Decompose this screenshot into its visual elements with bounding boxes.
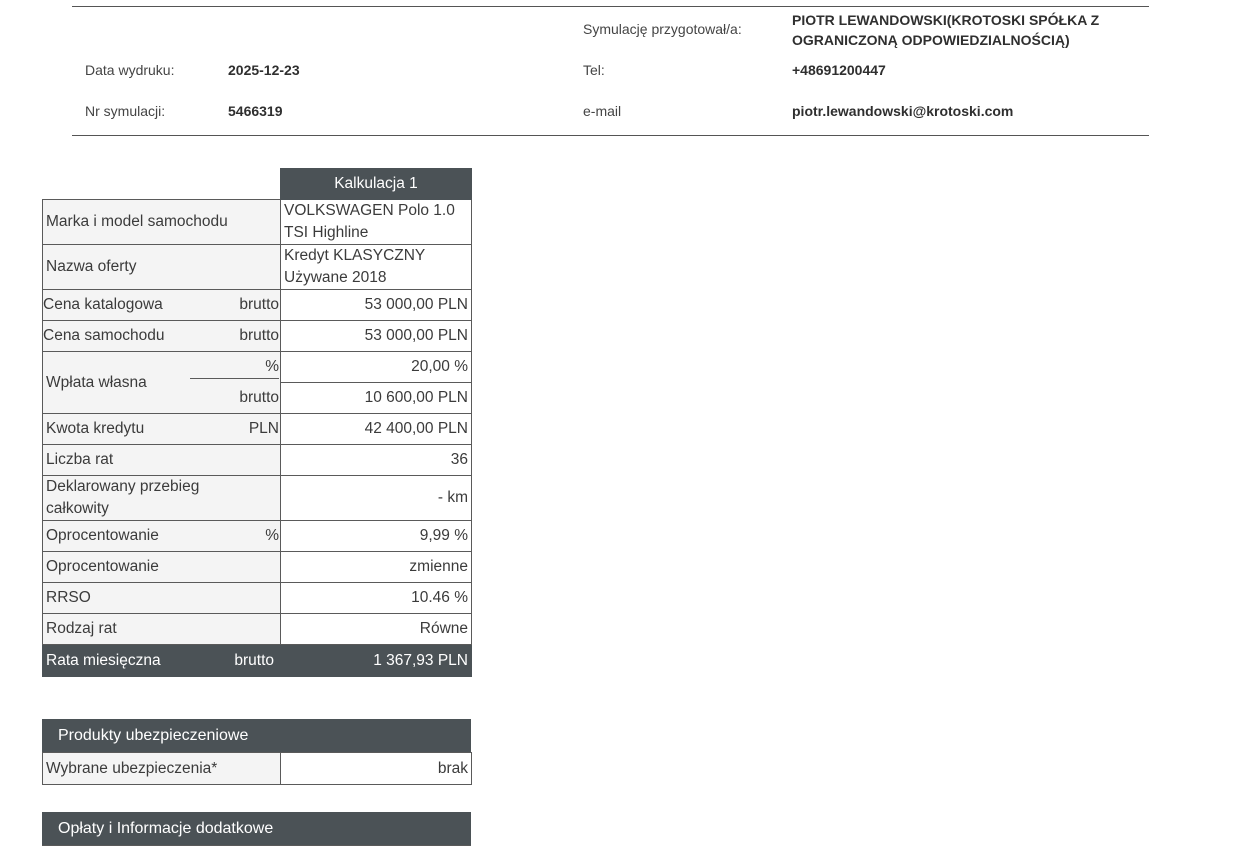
calculation-column-title: Kalkulacja 1 xyxy=(280,168,472,200)
table-row: Liczba rat 36 xyxy=(42,444,472,476)
installments-value: 36 xyxy=(280,444,472,476)
list-price-unit: brutto xyxy=(189,289,281,321)
fees-section-rule xyxy=(42,845,471,846)
simulation-number-value: 5466319 xyxy=(228,103,283,119)
interest-type-label: Oprocentowanie xyxy=(42,551,281,583)
prepared-by-line1: PIOTR LEWANDOWSKI(KROTOSKI SPÓŁKA Z xyxy=(792,12,1100,28)
selected-insurance-label: Wybrane ubezpieczenia* xyxy=(42,752,281,785)
installment-type-label: Rodzaj rat xyxy=(42,613,281,645)
mileage-label: Deklarowany przebieg całkowity xyxy=(42,475,281,521)
table-row: Oprocentowanie % 9,99 % xyxy=(42,520,472,552)
insurance-section-title: Produkty ubezpieczeniowe xyxy=(42,719,471,752)
car-price-unit: brutto xyxy=(189,320,281,352)
header-top-rule xyxy=(72,6,1149,7)
table-row: Wpłata własna % 20,00 % xyxy=(42,351,472,414)
interest-value: 9,99 % xyxy=(280,520,472,552)
down-payment-amt-unit: brutto xyxy=(189,382,281,414)
down-payment-amt-value: 10 600,00 PLN xyxy=(280,382,472,414)
make-model-label: Marka i model samochodu xyxy=(42,199,281,245)
table-row: Marka i model samochodu VOLKSWAGEN Polo … xyxy=(42,199,472,245)
table-row: Oprocentowanie zmienne xyxy=(42,551,472,583)
calculation-table: Kalkulacja 1 Marka i model samochodu VOL… xyxy=(42,168,472,677)
monthly-installment-unit: brutto xyxy=(189,644,281,677)
table-row: Cena katalogowa brutto 53 000,00 PLN xyxy=(42,289,472,321)
selected-insurance-value: brak xyxy=(280,752,472,785)
interest-label: Oprocentowanie xyxy=(42,520,190,552)
down-payment-pct-unit-text: % xyxy=(189,356,279,380)
interest-unit: % xyxy=(189,520,281,552)
prepared-by-line2: OGRANICZONĄ ODPOWIEDZIALNOŚCIĄ) xyxy=(792,32,1070,48)
rrso-label: RRSO xyxy=(42,582,281,614)
table-row: Nazwa oferty Kredyt KLASYCZNY Używane 20… xyxy=(42,244,472,290)
installments-label: Liczba rat xyxy=(42,444,281,476)
calculation-header-row: Kalkulacja 1 xyxy=(43,168,472,200)
tel-value: +48691200447 xyxy=(792,62,886,78)
list-price-value: 53 000,00 PLN xyxy=(280,289,472,321)
down-payment-pct-value: 20,00 % xyxy=(280,351,472,383)
make-model-line2: TSI Highline xyxy=(284,224,369,241)
prepared-by-value: PIOTR LEWANDOWSKI(KROTOSKI SPÓŁKA Z OGRA… xyxy=(792,10,1099,50)
loan-amount-unit: PLN xyxy=(189,413,281,445)
table-row: RRSO 10.46 % xyxy=(42,582,472,614)
table-row: Cena samochodu brutto 53 000,00 PLN xyxy=(42,320,472,352)
list-price-label: Cena katalogowa xyxy=(42,289,190,321)
table-row: Wybrane ubezpieczenia* brak xyxy=(42,752,472,785)
down-payment-pct-unit: % xyxy=(189,351,281,383)
header-bottom-rule xyxy=(72,135,1149,136)
offer-value: Kredyt KLASYCZNY Używane 2018 xyxy=(280,244,472,290)
offer-label: Nazwa oferty xyxy=(42,244,281,290)
car-price-value: 53 000,00 PLN xyxy=(280,320,472,352)
offer-line1: Kredyt KLASYCZNY xyxy=(284,247,426,264)
loan-amount-value: 42 400,00 PLN xyxy=(280,413,472,445)
offer-line2: Używane 2018 xyxy=(284,269,387,286)
make-model-value: VOLKSWAGEN Polo 1.0 TSI Highline xyxy=(280,199,472,245)
table-row: Rodzaj rat Równe xyxy=(42,613,472,645)
installment-type-value: Równe xyxy=(280,613,472,645)
prepared-by-label: Symulację przygotował/a: xyxy=(583,21,742,37)
down-payment-label: Wpłata własna xyxy=(42,351,190,414)
simulation-number-label: Nr symulacji: xyxy=(85,103,166,119)
tel-label: Tel: xyxy=(583,62,605,78)
monthly-installment-row: Rata miesięczna brutto 1 367,93 PLN xyxy=(42,644,472,677)
make-model-line1: VOLKSWAGEN Polo 1.0 xyxy=(284,202,455,219)
print-date-label: Data wydruku: xyxy=(85,62,175,78)
car-price-label: Cena samochodu xyxy=(42,320,190,352)
insurance-table: Wybrane ubezpieczenia* brak xyxy=(42,752,472,785)
mileage-value: - km xyxy=(280,475,472,521)
rrso-value: 10.46 % xyxy=(280,582,472,614)
monthly-installment-value: 1 367,93 PLN xyxy=(280,644,472,677)
mileage-label-line2: całkowity xyxy=(46,500,109,517)
interest-type-value: zmienne xyxy=(280,551,472,583)
table-row: Kwota kredytu PLN 42 400,00 PLN xyxy=(42,413,472,445)
loan-amount-label: Kwota kredytu xyxy=(42,413,190,445)
fees-section-title: Opłaty i Informacje dodatkowe xyxy=(42,812,471,845)
mileage-label-line1: Deklarowany przebieg xyxy=(46,478,200,495)
email-label: e-mail xyxy=(583,103,622,119)
monthly-installment-label: Rata miesięczna xyxy=(42,644,190,677)
email-value: piotr.lewandowski@krotoski.com xyxy=(792,103,1014,119)
print-date-value: 2025-12-23 xyxy=(228,62,300,78)
table-row: Deklarowany przebieg całkowity - km xyxy=(42,475,472,521)
